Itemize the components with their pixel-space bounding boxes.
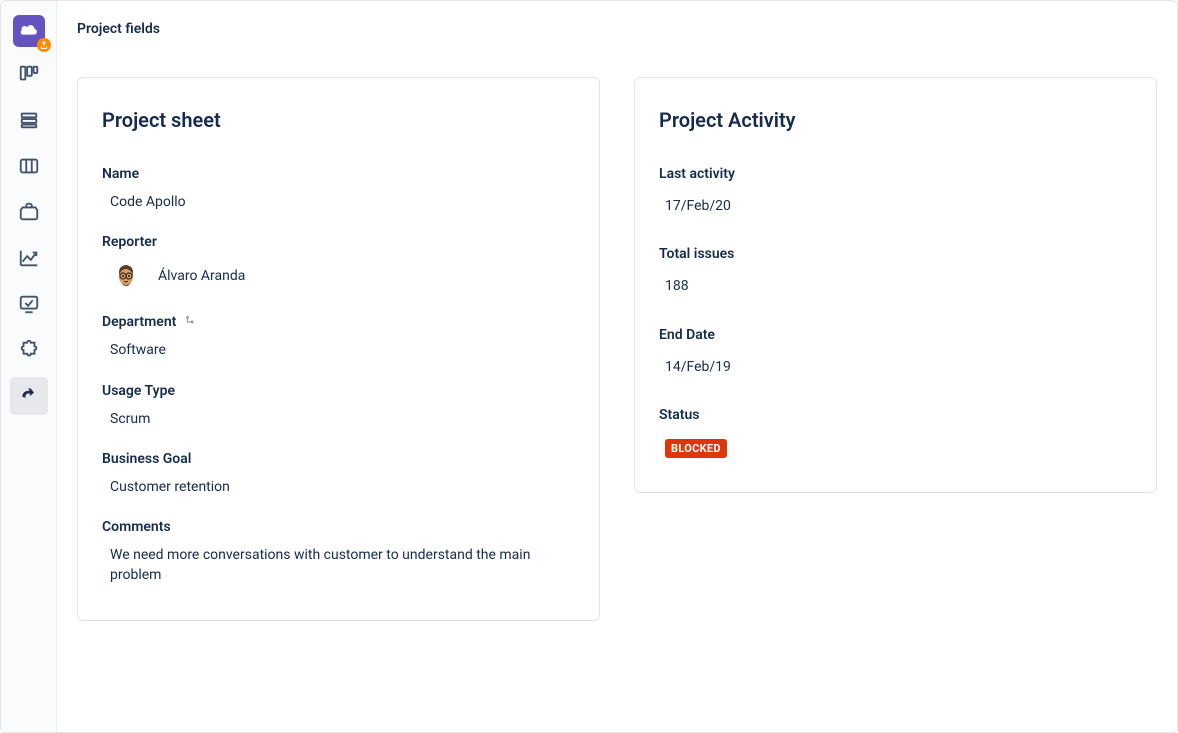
sidebar-item-monitor[interactable]: [10, 285, 48, 323]
columns-icon: [18, 155, 40, 177]
sidebar-item-board[interactable]: [10, 55, 48, 93]
field-department: Department Software: [102, 314, 575, 360]
field-end-date-label: End Date: [659, 327, 1132, 343]
field-end-date: End Date 14/Feb/19: [659, 327, 1132, 377]
field-total-issues-label: Total issues: [659, 246, 1132, 262]
field-reporter-value: Álvaro Aranda: [158, 268, 245, 284]
notification-badge-icon: [37, 38, 51, 52]
field-end-date-value: 14/Feb/19: [659, 357, 1132, 377]
project-activity-card: Project Activity Last activity 17/Feb/20…: [634, 77, 1157, 493]
field-department-label-text: Department: [102, 314, 176, 330]
sidebar: [1, 1, 57, 732]
avatar: [110, 260, 142, 292]
field-comments: Comments We need more conversations with…: [102, 519, 575, 586]
monitor-check-icon: [18, 293, 40, 315]
arrow-loop-icon: [19, 386, 39, 406]
field-usage-type: Usage Type Scrum: [102, 383, 575, 429]
status-badge: BLOCKED: [665, 439, 727, 458]
cards-row: Project sheet Name Code Apollo Reporter: [77, 77, 1157, 621]
field-name: Name Code Apollo: [102, 166, 575, 212]
link-icon: [184, 315, 198, 329]
field-department-label: Department: [102, 314, 575, 330]
puzzle-icon: [18, 339, 40, 361]
field-status-label: Status: [659, 407, 1132, 423]
field-total-issues-value: 188: [659, 276, 1132, 296]
board-icon: [18, 63, 40, 85]
cloud-icon: [18, 20, 40, 42]
field-last-activity-label: Last activity: [659, 166, 1132, 182]
backlog-icon: [18, 109, 40, 131]
sidebar-item-addon[interactable]: [10, 331, 48, 369]
field-usage-type-value: Scrum: [102, 409, 575, 429]
project-sheet-card: Project sheet Name Code Apollo Reporter: [77, 77, 600, 621]
field-business-goal-label: Business Goal: [102, 451, 575, 467]
sidebar-item-columns[interactable]: [10, 147, 48, 185]
sidebar-item-integration[interactable]: [10, 377, 48, 415]
field-business-goal-value: Customer retention: [102, 477, 575, 497]
sidebar-item-logo[interactable]: [13, 15, 45, 47]
field-name-value: Code Apollo: [102, 192, 575, 212]
field-reporter-label: Reporter: [102, 234, 575, 250]
field-usage-type-label: Usage Type: [102, 383, 575, 399]
main-content: Project fields Project sheet Name Code A…: [57, 1, 1177, 732]
field-business-goal: Business Goal Customer retention: [102, 451, 575, 497]
field-status: Status BLOCKED: [659, 407, 1132, 458]
sidebar-item-package[interactable]: [10, 193, 48, 231]
field-comments-label: Comments: [102, 519, 575, 535]
project-activity-title: Project Activity: [659, 108, 1132, 132]
field-total-issues: Total issues 188: [659, 246, 1132, 296]
toolbox-icon: [18, 201, 40, 223]
chart-line-icon: [18, 247, 40, 269]
field-last-activity: Last activity 17/Feb/20: [659, 166, 1132, 216]
page-title: Project fields: [77, 21, 1157, 37]
sidebar-item-reports[interactable]: [10, 239, 48, 277]
field-name-label: Name: [102, 166, 575, 182]
field-comments-value: We need more conversations with customer…: [102, 545, 532, 586]
project-sheet-title: Project sheet: [102, 108, 575, 132]
field-last-activity-value: 17/Feb/20: [659, 196, 1132, 216]
sidebar-item-backlog[interactable]: [10, 101, 48, 139]
field-department-value: Software: [102, 340, 575, 360]
app-frame: Project fields Project sheet Name Code A…: [0, 0, 1178, 733]
field-reporter: Reporter: [102, 234, 575, 292]
